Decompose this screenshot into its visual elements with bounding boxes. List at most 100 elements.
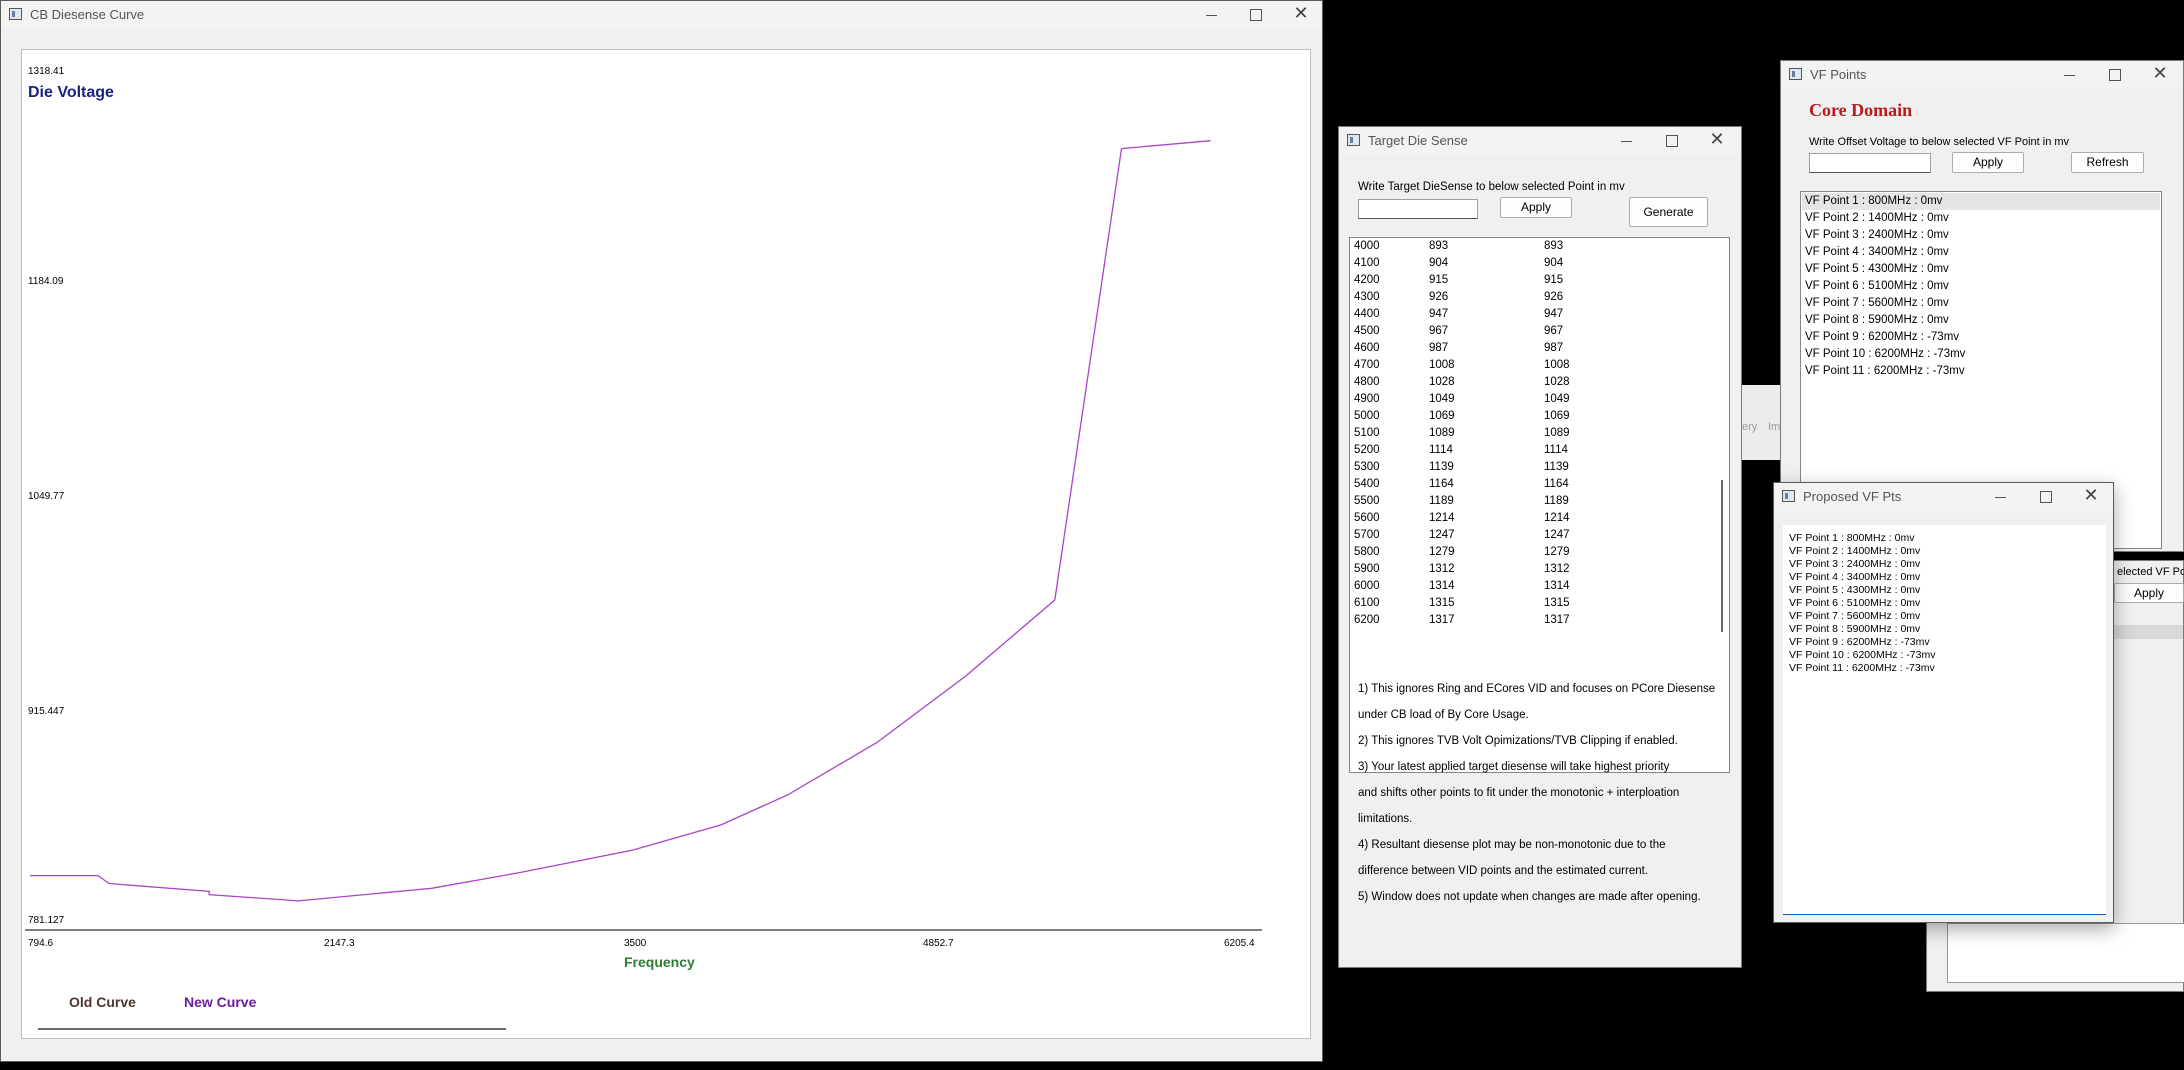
list-item[interactable]: VF Point 11 : 6200MHz : -73mv bbox=[1802, 363, 2160, 380]
table-row[interactable]: 4000 893 893 bbox=[1354, 240, 1694, 257]
list-item[interactable]: VF Point 6 : 5100MHz : 0mv bbox=[1802, 278, 2160, 295]
table-row[interactable]: 4700 1008 1008 bbox=[1354, 359, 1694, 376]
table-row[interactable]: 4500 967 967 bbox=[1354, 325, 1694, 342]
close-icon[interactable]: ✕ bbox=[1279, 1, 1323, 29]
vertical-scrollbar[interactable] bbox=[1721, 480, 1723, 632]
apply-button[interactable]: Apply bbox=[2114, 583, 2184, 603]
text-line: VF Point 9 : 6200MHz : -73mv bbox=[1789, 636, 1930, 648]
text-line: VF Point 10 : 6200MHz : -73mv bbox=[1789, 649, 1936, 661]
minimize-icon[interactable] bbox=[1189, 1, 1233, 29]
proposed-text-area[interactable]: VF Point 1 : 800MHz : 0mv VF Point 2 : 14… bbox=[1783, 525, 2106, 915]
text-line: VF Point 8 : 5900MHz : 0mv bbox=[1789, 623, 1921, 635]
legend-old-curve[interactable]: Old Curve bbox=[69, 994, 136, 1010]
window-title: Target Die Sense bbox=[1368, 133, 1468, 148]
vf-points-window: VF Points ✕ Core Domain Write Offset Vol… bbox=[1780, 60, 2184, 552]
table-cell: 6200 bbox=[1354, 614, 1380, 626]
maximize-icon[interactable] bbox=[1233, 1, 1277, 29]
tab-fragment[interactable]: Im bbox=[1768, 421, 1780, 433]
text-line: VF Point 6 : 5100MHz : 0mv bbox=[1789, 597, 1921, 609]
chart-window-titlebar[interactable]: CB Diesense Curve ✕ bbox=[1, 1, 1322, 29]
vf-window-titlebar[interactable]: VF Points ✕ bbox=[1781, 61, 2183, 89]
table-row[interactable]: 5600 1214 1214 bbox=[1354, 512, 1694, 529]
table-row[interactable]: 4100 904 904 bbox=[1354, 257, 1694, 274]
table-row[interactable]: 6200 1317 1317 bbox=[1354, 614, 1694, 631]
list-item[interactable]: VF Point 4 : 3400MHz : 0mv bbox=[1802, 244, 2160, 261]
table-row[interactable]: 5900 1312 1312 bbox=[1354, 563, 1694, 580]
table-cell: 967 bbox=[1544, 325, 1564, 337]
table-row[interactable]: 6100 1315 1315 bbox=[1354, 597, 1694, 614]
table-cell: 1312 bbox=[1429, 563, 1455, 575]
apply-button[interactable]: Apply bbox=[1500, 197, 1572, 218]
list-item[interactable]: VF Point 9 : 6200MHz : -73mv bbox=[1802, 329, 2160, 346]
table-row[interactable]: 5100 1089 1089 bbox=[1354, 427, 1694, 444]
table-cell: 987 bbox=[1429, 342, 1449, 354]
table-cell: 893 bbox=[1429, 240, 1449, 252]
table-cell: 926 bbox=[1429, 291, 1449, 303]
table-row[interactable]: 5300 1139 1139 bbox=[1354, 461, 1694, 478]
table-cell: 1214 bbox=[1544, 512, 1570, 524]
note-line: difference between VID points and the es… bbox=[1358, 865, 1649, 877]
minimize-icon[interactable] bbox=[1604, 127, 1648, 155]
table-cell: 1247 bbox=[1429, 529, 1455, 541]
list-item[interactable]: VF Point 1 : 800MHz : 0mv bbox=[1802, 193, 2160, 210]
table-row[interactable]: 5200 1114 1114 bbox=[1354, 444, 1694, 461]
scrollbar-thumb[interactable] bbox=[38, 1028, 506, 1030]
table-cell: 1164 bbox=[1429, 478, 1454, 490]
core-domain-heading: Core Domain bbox=[1809, 100, 1913, 120]
table-cell: 5300 bbox=[1354, 461, 1380, 473]
list-item[interactable]: VF Point 8 : 5900MHz : 0mv bbox=[1802, 312, 2160, 329]
proposed-window-titlebar[interactable]: Proposed VF Pts ✕ bbox=[1774, 483, 2113, 511]
close-icon[interactable]: ✕ bbox=[2069, 483, 2113, 511]
table-row[interactable]: 5700 1247 1247 bbox=[1354, 529, 1694, 546]
note-line: and shifts other points to fit under the… bbox=[1358, 787, 1680, 799]
table-cell: 1139 bbox=[1429, 461, 1454, 473]
table-cell: 1315 bbox=[1544, 597, 1570, 609]
app-icon bbox=[1347, 134, 1360, 146]
refresh-button[interactable]: Refresh bbox=[2071, 152, 2144, 173]
tab-fragment[interactable]: ery bbox=[1742, 421, 1757, 433]
table-row[interactable]: 4200 915 915 bbox=[1354, 274, 1694, 291]
list-item[interactable]: VF Point 2 : 1400MHz : 0mv bbox=[1802, 210, 2160, 227]
table-cell: 1049 bbox=[1429, 393, 1455, 405]
table-row[interactable]: 6000 1314 1314 bbox=[1354, 580, 1694, 597]
close-icon[interactable]: ✕ bbox=[2138, 61, 2182, 89]
table-row[interactable]: 4900 1049 1049 bbox=[1354, 393, 1694, 410]
app-icon bbox=[9, 8, 22, 20]
window-title: Proposed VF Pts bbox=[1803, 489, 1902, 504]
apply-button[interactable]: Apply bbox=[1952, 152, 2024, 173]
table-cell: 1028 bbox=[1544, 376, 1570, 388]
table-row[interactable]: 5500 1189 1189 bbox=[1354, 495, 1694, 512]
table-row[interactable]: 4800 1028 1028 bbox=[1354, 376, 1694, 393]
table-cell: 1049 bbox=[1544, 393, 1570, 405]
offset-voltage-input[interactable] bbox=[1809, 153, 1931, 173]
generate-button[interactable]: Generate bbox=[1629, 197, 1708, 227]
minimize-icon[interactable] bbox=[1978, 483, 2022, 511]
minimize-icon[interactable] bbox=[2047, 61, 2091, 89]
text-line: VF Point 11 : 6200MHz : -73mv bbox=[1789, 662, 1935, 674]
maximize-icon[interactable] bbox=[2092, 61, 2136, 89]
table-cell: 947 bbox=[1544, 308, 1564, 320]
table-row[interactable]: 5000 1069 1069 bbox=[1354, 410, 1694, 427]
x-tick-label: 794.6 bbox=[28, 938, 54, 949]
table-cell: 4100 bbox=[1354, 257, 1380, 269]
table-row[interactable]: 4600 987 987 bbox=[1354, 342, 1694, 359]
x-tick-label: 4852.7 bbox=[923, 938, 954, 949]
table-row[interactable]: 4400 947 947 bbox=[1354, 308, 1694, 325]
horizontal-scrollbar[interactable] bbox=[28, 1022, 1304, 1034]
list-item[interactable]: VF Point 3 : 2400MHz : 0mv bbox=[1802, 227, 2160, 244]
maximize-icon[interactable] bbox=[1649, 127, 1693, 155]
list-item[interactable]: VF Point 5 : 4300MHz : 0mv bbox=[1802, 261, 2160, 278]
close-icon[interactable]: ✕ bbox=[1695, 127, 1739, 155]
table-row[interactable]: 5400 1164 1164 bbox=[1354, 478, 1694, 495]
list-item[interactable]: VF Point 10 : 6200MHz : -73mv bbox=[1802, 346, 2160, 363]
chart-window: CB Diesense Curve ✕ 1318.41 Die Voltage … bbox=[0, 0, 1323, 1062]
table-cell: 1189 bbox=[1429, 495, 1454, 507]
table-cell: 1089 bbox=[1429, 427, 1455, 439]
target-diesense-input[interactable] bbox=[1358, 199, 1478, 219]
table-row[interactable]: 4300 926 926 bbox=[1354, 291, 1694, 308]
list-item[interactable]: VF Point 7 : 5600MHz : 0mv bbox=[1802, 295, 2160, 312]
legend-new-curve[interactable]: New Curve bbox=[184, 994, 256, 1010]
maximize-icon[interactable] bbox=[2023, 483, 2067, 511]
table-row[interactable]: 5800 1279 1279 bbox=[1354, 546, 1694, 563]
target-window-titlebar[interactable]: Target Die Sense ✕ bbox=[1339, 127, 1741, 155]
